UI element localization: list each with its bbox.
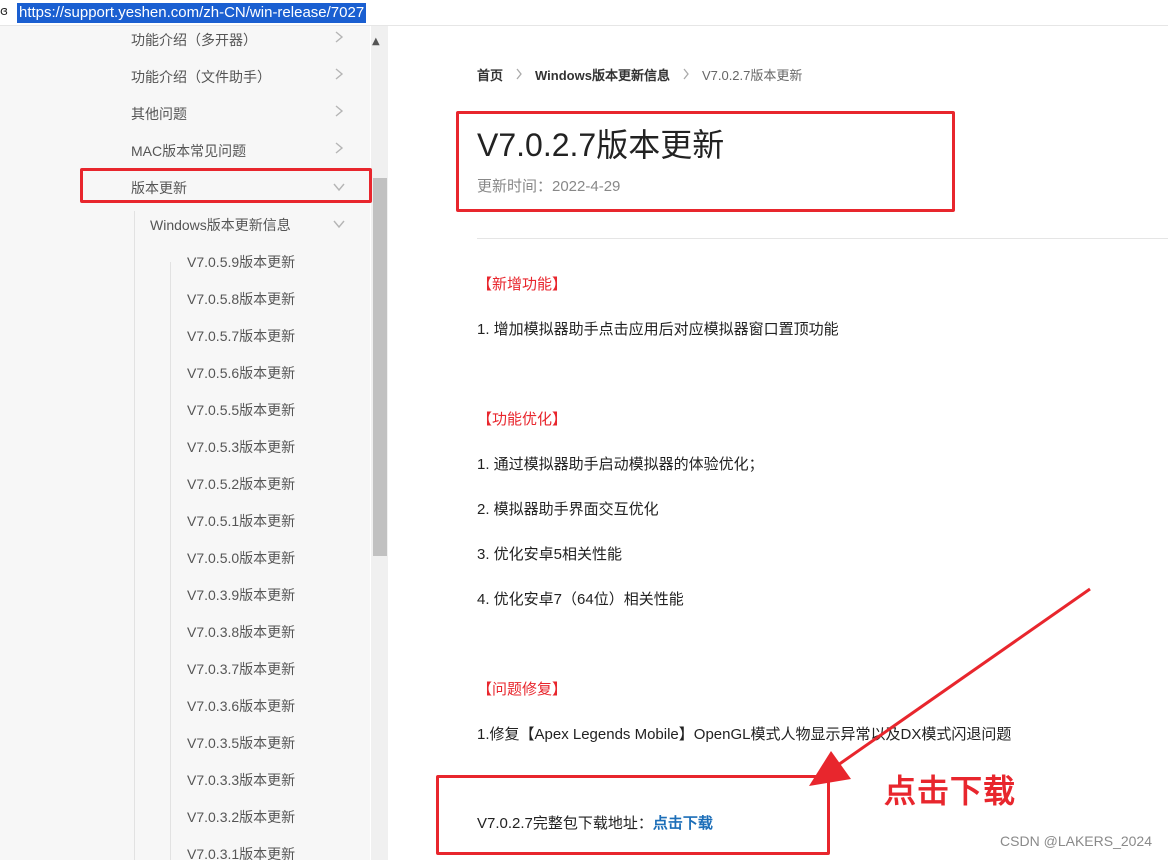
annotation-arrow bbox=[809, 587, 1091, 786]
watermark: CSDN @LAKERS_2024 bbox=[1000, 833, 1152, 849]
annotation-callout: 点击下载 bbox=[884, 772, 1017, 810]
